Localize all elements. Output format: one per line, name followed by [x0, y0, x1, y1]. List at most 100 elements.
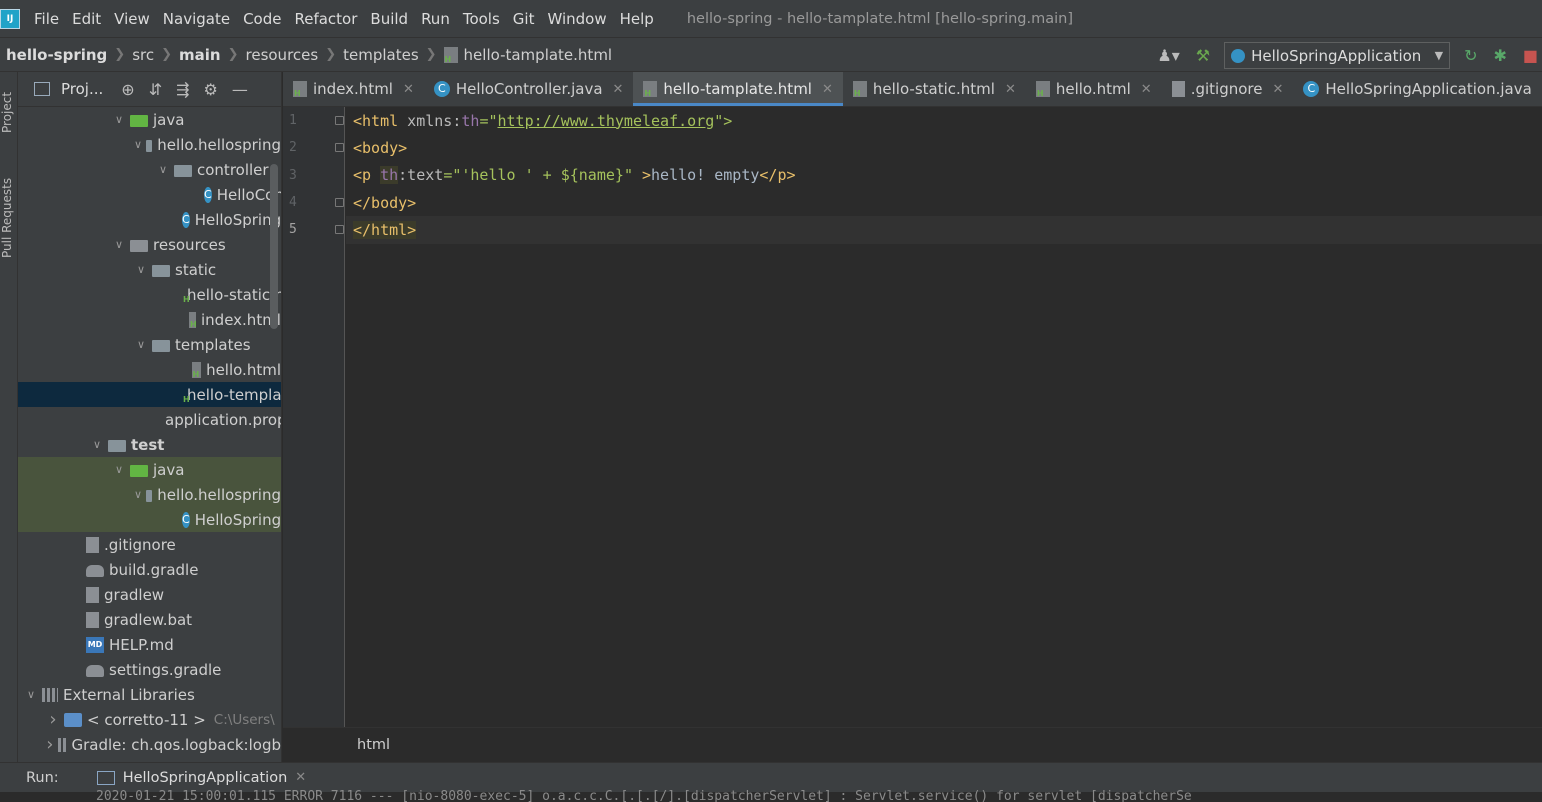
chevron-down-icon[interactable]: ∨	[134, 488, 142, 501]
chevron-down-icon[interactable]: ∨	[112, 113, 126, 126]
tree-item[interactable]: CHelloSpringAp	[18, 507, 281, 532]
code-line-2[interactable]: <body>	[353, 134, 407, 161]
tree-item[interactable]: CHelloContr	[18, 182, 281, 207]
code-line-4[interactable]: </body>	[353, 189, 416, 216]
chevron-down-icon[interactable]: ∨	[134, 338, 148, 351]
chevron-down-icon[interactable]: ∨	[156, 163, 170, 176]
settings-gear-icon[interactable]: ⚙	[204, 80, 218, 99]
fold-marker-icon[interactable]	[335, 225, 344, 235]
pull-requests-tool-tab[interactable]: Pull Requests	[0, 168, 18, 268]
close-icon[interactable]: ✕	[1005, 82, 1016, 97]
project-view-select[interactable]: Proj...	[61, 80, 103, 98]
code-line-3[interactable]: <p th:text ="'hello ' + ${name} " > hello! …	[353, 161, 796, 188]
run-tab-hellospringapplication[interactable]: HelloSpringApplication ✕	[80, 763, 323, 795]
close-icon[interactable]: ✕	[1272, 82, 1283, 97]
menu-code[interactable]: Code	[243, 10, 281, 28]
menu-navigate[interactable]: Navigate	[163, 10, 230, 28]
tree-item[interactable]: ∨ External Libraries	[18, 682, 281, 707]
editor-tab[interactable]: C HelloController.java ✕	[424, 72, 634, 106]
tree-item[interactable]: › < corretto-11 > C:\Users\	[18, 707, 281, 732]
tree-item[interactable]: ∨ java	[18, 457, 281, 482]
tree-item[interactable]: hello-template	[18, 382, 281, 407]
breadcrumb-item[interactable]: hello-tamplate.html	[464, 46, 613, 64]
editor-tab[interactable]: .gitignore ✕	[1162, 72, 1294, 106]
tree-item[interactable]: › Gradle: ch.qos.logback:logb	[18, 732, 281, 757]
tree-item[interactable]: index.html	[18, 307, 281, 332]
editor-tab[interactable]: index.html ✕	[283, 72, 424, 106]
code-url-link[interactable]: http://www.thymeleaf.org	[498, 112, 715, 130]
breadcrumb-item[interactable]: resources	[246, 46, 319, 64]
run-configuration-select[interactable]: HelloSpringApplication ▼	[1224, 42, 1451, 69]
menu-run[interactable]: Run	[421, 10, 450, 28]
menu-build[interactable]: Build	[370, 10, 408, 28]
editor-tab[interactable]: CHelloSpringApplication.java✕	[1293, 72, 1542, 106]
chevron-right-icon[interactable]: ›	[46, 734, 54, 755]
tree-item[interactable]: ∨ test	[18, 432, 281, 457]
breadcrumb-item[interactable]: src	[132, 46, 154, 64]
close-icon[interactable]: ✕	[1141, 82, 1152, 97]
menu-refactor[interactable]: Refactor	[294, 10, 357, 28]
tree-item[interactable]: ∨ controller	[18, 157, 281, 182]
tree-item[interactable]: ∨ static	[18, 257, 281, 282]
tree-item[interactable]: gradlew	[18, 582, 281, 607]
tree-item[interactable]: hello.html	[18, 357, 281, 382]
intellij-logo-icon[interactable]: IJ	[0, 8, 20, 29]
fold-marker-icon[interactable]	[335, 197, 344, 207]
breadcrumb-item[interactable]: hello-spring	[6, 46, 107, 64]
editor-tab[interactable]: hello-static.html ✕	[843, 72, 1026, 106]
project-tool-tab[interactable]: Project	[0, 80, 18, 144]
expand-all-icon[interactable]: ⇵	[149, 80, 162, 99]
collapse-all-icon[interactable]: ⇶	[176, 80, 189, 99]
tree-item[interactable]: ∨ templates	[18, 332, 281, 357]
breadcrumb-item[interactable]: main	[179, 46, 221, 64]
chevron-down-icon[interactable]: ∨	[112, 238, 126, 251]
chevron-down-icon[interactable]: ∨	[24, 688, 38, 701]
close-icon[interactable]: ✕	[613, 82, 624, 97]
menu-help[interactable]: Help	[620, 10, 654, 28]
tree-item[interactable]: application.prope	[18, 407, 281, 432]
editor-tab[interactable]: hello.html ✕	[1026, 72, 1162, 106]
tree-item[interactable]: settings.gradle	[18, 657, 281, 682]
locate-file-icon[interactable]: ⊕	[121, 80, 134, 99]
tree-item[interactable]: .gitignore	[18, 532, 281, 557]
rerun-icon[interactable]: ↻	[1464, 46, 1477, 65]
breadcrumb-item[interactable]: templates	[343, 46, 419, 64]
tree-item[interactable]: ∨ java	[18, 107, 281, 132]
tree-item[interactable]: ∨ hello.hellospring	[18, 482, 281, 507]
editor-breadcrumb-html[interactable]: html	[357, 737, 390, 753]
fold-marker-icon[interactable]	[335, 116, 344, 125]
chevron-down-icon[interactable]: ∨	[134, 138, 142, 151]
menu-file[interactable]: File	[34, 10, 59, 28]
run-console[interactable]: 2020-01-21 15:00:01.115 ERROR 7116 --- […	[0, 789, 1542, 802]
debug-bug-icon[interactable]: ✱	[1493, 46, 1506, 65]
tree-item[interactable]: ∨ hello.hellospring	[18, 132, 281, 157]
user-icon[interactable]: ♟▾	[1157, 46, 1179, 65]
chevron-down-icon[interactable]: ∨	[112, 463, 126, 476]
menu-tools[interactable]: Tools	[463, 10, 500, 28]
fold-marker-icon[interactable]	[335, 143, 344, 153]
tree-scrollbar[interactable]	[270, 164, 278, 329]
tree-item[interactable]: hello-static.htm	[18, 282, 281, 307]
build-hammer-icon[interactable]: ⚒	[1196, 46, 1210, 65]
chevron-down-icon[interactable]: ∨	[90, 438, 104, 451]
tree-item[interactable]: build.gradle	[18, 557, 281, 582]
editor-tab[interactable]: hello-tamplate.html ✕	[633, 72, 844, 106]
tree-item[interactable]: CHelloSpringAp	[18, 207, 281, 232]
code-editor[interactable]: 12345 <html xmlns: th =" http://www.thymele…	[283, 107, 1542, 727]
code-line-5[interactable]: </html>	[353, 216, 417, 243]
code-line-1[interactable]: <html xmlns: th =" http://www.thymeleaf.org…	[353, 107, 732, 134]
menu-window[interactable]: Window	[547, 10, 606, 28]
close-icon[interactable]: ✕	[822, 82, 833, 97]
tree-item[interactable]: gradlew.bat	[18, 607, 281, 632]
chevron-down-icon[interactable]: ∨	[134, 263, 148, 276]
tree-item[interactable]: ∨ resources	[18, 232, 281, 257]
chevron-right-icon[interactable]: ›	[46, 709, 60, 730]
menu-view[interactable]: View	[114, 10, 150, 28]
stop-icon[interactable]: ■	[1523, 46, 1538, 65]
menu-git[interactable]: Git	[513, 10, 535, 28]
tree-item[interactable]: MD HELP.md	[18, 632, 281, 657]
close-icon[interactable]: ✕	[295, 770, 306, 785]
menu-edit[interactable]: Edit	[72, 10, 101, 28]
hide-panel-icon[interactable]: —	[232, 80, 248, 99]
close-icon[interactable]: ✕	[403, 82, 414, 97]
